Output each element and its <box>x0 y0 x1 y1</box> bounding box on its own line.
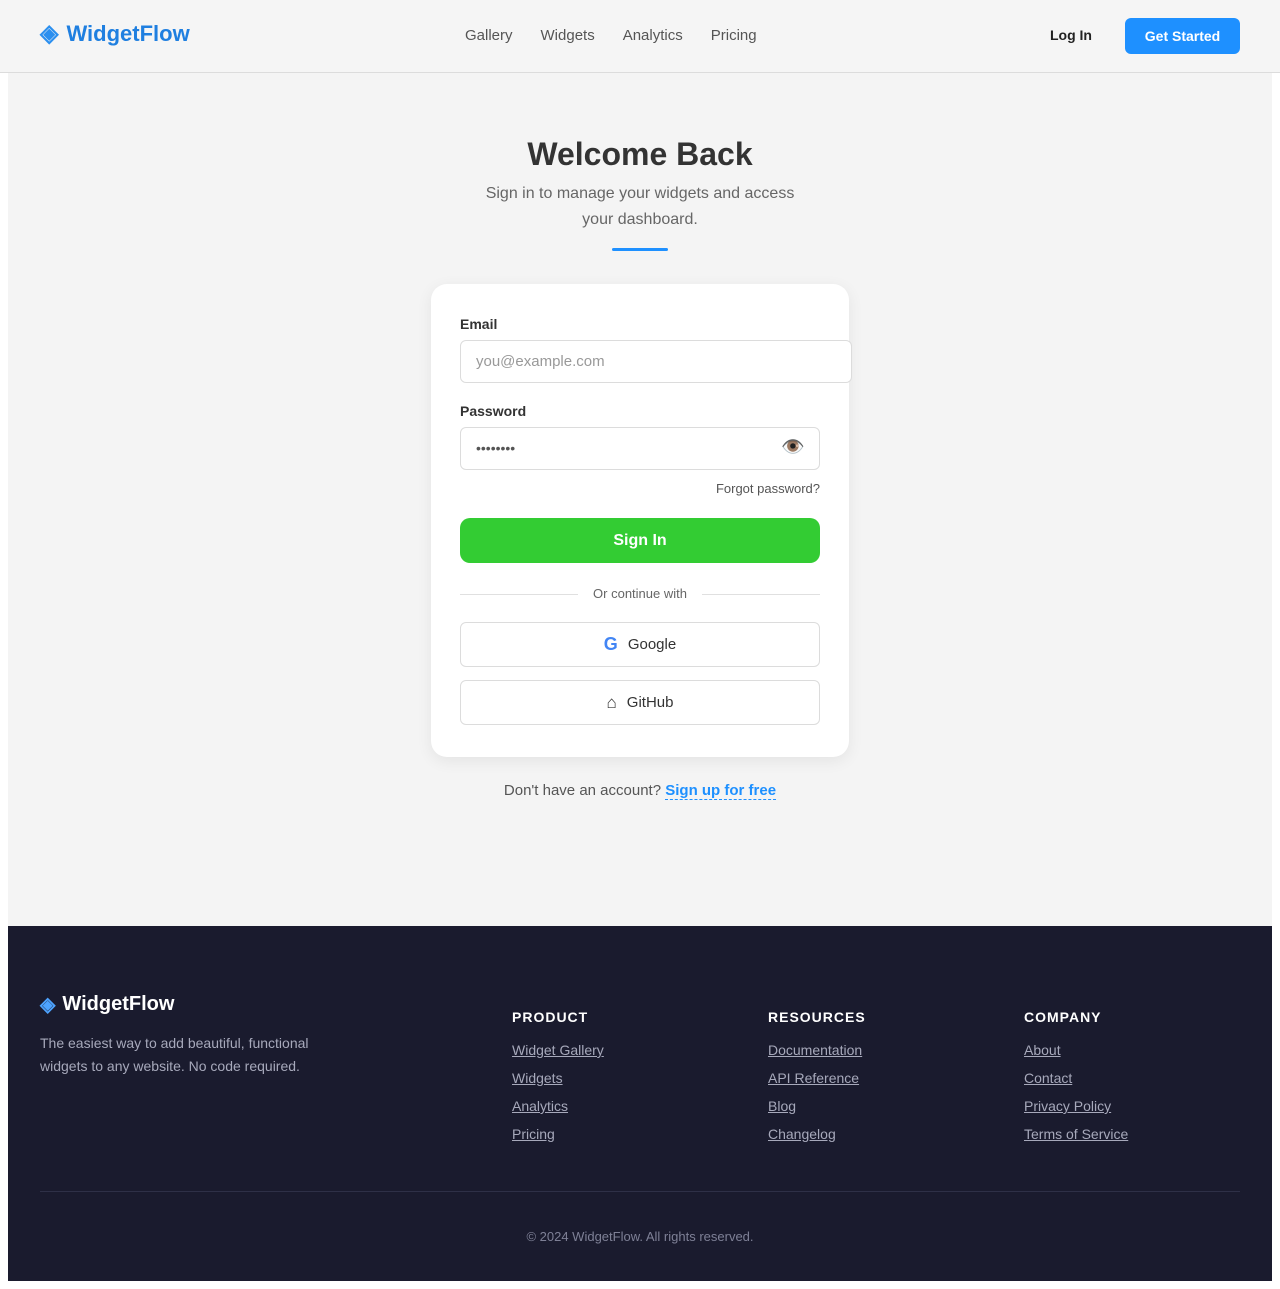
footer-link[interactable]: Privacy Policy <box>1024 1098 1128 1126</box>
sign-in-button[interactable]: Sign In <box>460 518 820 563</box>
divider-line-right <box>702 594 820 595</box>
footer-heading: PRODUCT <box>512 1009 589 1025</box>
signup-link[interactable]: Sign up for free <box>665 782 777 800</box>
footer-link[interactable]: Blog <box>768 1098 866 1126</box>
github-label: GitHub <box>626 694 674 711</box>
eye-icon[interactable]: 👁️ <box>781 437 805 459</box>
divider-text: Or continue with <box>593 586 687 601</box>
footer-link[interactable]: API Reference <box>768 1070 866 1098</box>
main-nav: Gallery Widgets Analytics Pricing <box>465 27 757 44</box>
footer-link[interactable]: About <box>1024 1042 1128 1070</box>
password-label: Password <box>460 403 527 419</box>
brand-name: WidgetFlow <box>66 21 190 46</box>
github-icon: ⌂ <box>606 692 617 712</box>
google-signin-button[interactable]: G Google <box>460 622 820 667</box>
brand-logo[interactable]: ◈ WidgetFlow <box>40 21 190 47</box>
footer-column-resources: RESOURCES Documentation API Reference Bl… <box>768 1009 866 1154</box>
divider-line-left <box>460 594 578 595</box>
page: ◈ WidgetFlow Gallery Widgets Analytics P… <box>0 0 1280 1289</box>
password-field[interactable]: •••••••• <box>460 427 820 470</box>
password-value: •••••••• <box>476 440 516 456</box>
nav-link-analytics[interactable]: Analytics <box>623 27 683 44</box>
github-signin-button[interactable]: ⌂ GitHub <box>460 680 820 725</box>
footer-link[interactable]: Documentation <box>768 1042 866 1070</box>
page-subtitle: Sign in to manage your widgets and acces… <box>485 185 795 228</box>
google-label: Google <box>627 636 677 653</box>
get-started-button[interactable]: Get Started <box>1125 18 1240 54</box>
footer-divider <box>40 1191 1240 1192</box>
footer-logo[interactable]: ◈ WidgetFlow <box>40 993 174 1016</box>
signup-prompt: Don't have an account? Sign up for free <box>0 782 1280 800</box>
footer-link[interactable]: Widget Gallery <box>512 1042 604 1070</box>
footer-tagline: The easiest way to add beautiful, functi… <box>40 1035 309 1074</box>
title-accent-bar <box>612 248 668 251</box>
diamond-logo-icon: ◈ <box>40 993 56 1016</box>
nav-link-gallery[interactable]: Gallery <box>465 27 513 44</box>
copyright-text: © 2024 WidgetFlow. All rights reserved. <box>526 1229 754 1244</box>
footer-link[interactable]: Contact <box>1024 1070 1128 1098</box>
footer-column-company: COMPANY About Contact Privacy Policy Ter… <box>1024 1009 1128 1154</box>
footer-column-product: PRODUCT Widget Gallery Widgets Analytics… <box>512 1009 604 1154</box>
footer-link[interactable]: Terms of Service <box>1024 1126 1128 1154</box>
page-title: Welcome Back <box>527 136 753 172</box>
nav-link-widgets[interactable]: Widgets <box>541 27 595 44</box>
nav-link-pricing[interactable]: Pricing <box>711 27 757 44</box>
email-field[interactable]: you@example.com <box>460 340 852 383</box>
login-link[interactable]: Log In <box>1037 27 1105 43</box>
footer-brand-name: WidgetFlow <box>62 993 175 1015</box>
diamond-logo-icon: ◈ <box>40 20 59 47</box>
top-navbar: ◈ WidgetFlow Gallery Widgets Analytics P… <box>0 0 1280 73</box>
google-icon: G <box>603 634 618 654</box>
footer-heading: COMPANY <box>1024 1009 1102 1025</box>
footer-link[interactable]: Analytics <box>512 1098 604 1126</box>
forgot-password-link[interactable]: Forgot password? <box>680 481 820 496</box>
footer-link[interactable]: Pricing <box>512 1126 604 1154</box>
signup-prompt-text: Don't have an account? <box>503 782 662 799</box>
footer-link[interactable]: Changelog <box>768 1126 866 1154</box>
footer-heading: RESOURCES <box>768 1009 866 1025</box>
footer-link[interactable]: Widgets <box>512 1070 604 1098</box>
email-label: Email <box>460 316 498 332</box>
